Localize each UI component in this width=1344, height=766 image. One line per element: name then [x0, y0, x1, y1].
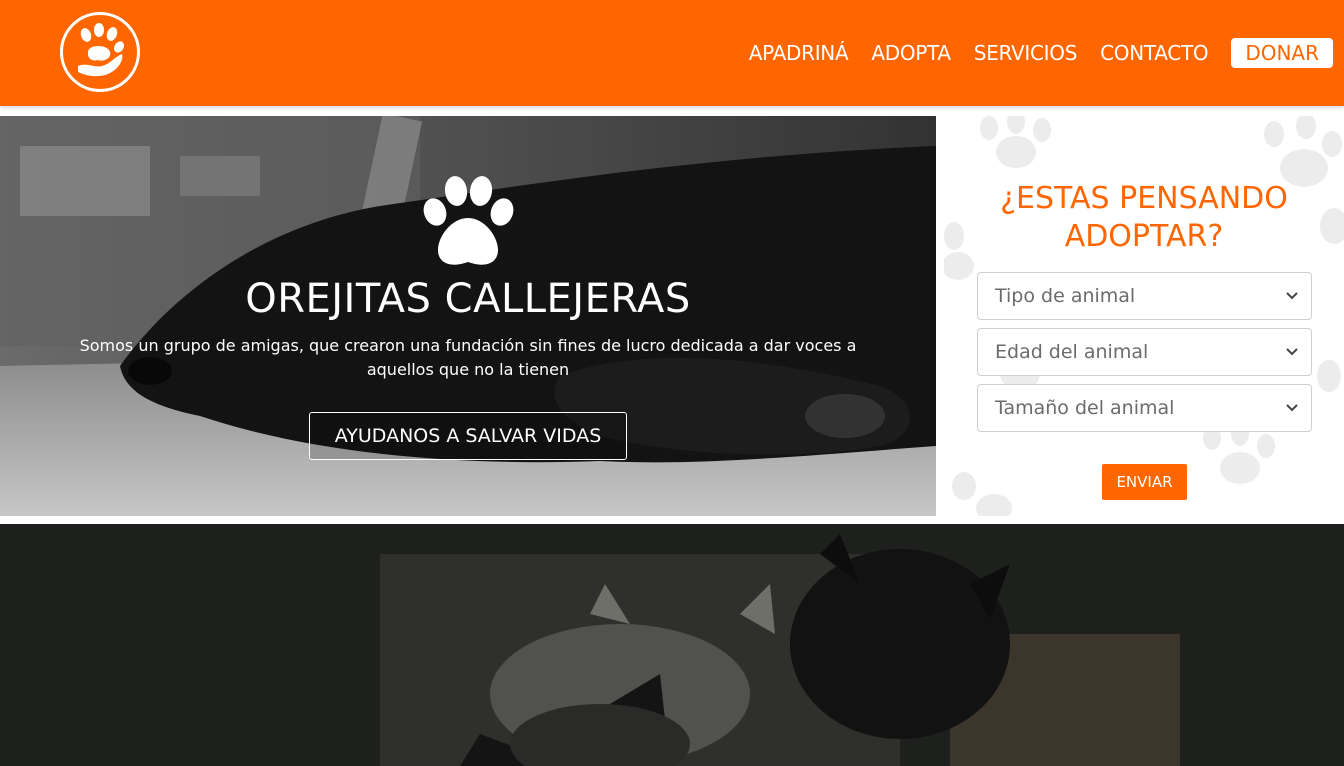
nav-link-servicios[interactable]: SERVICIOS	[974, 41, 1078, 65]
animal-size-select[interactable]: Tamaño del animal	[977, 384, 1312, 432]
nav-link-adopta[interactable]: ADOPTA	[871, 41, 951, 65]
hero-banner: OREJITAS CALLEJERAS Somos un grupo de am…	[0, 116, 936, 516]
animal-type-select[interactable]: Tipo de animal	[977, 272, 1312, 320]
cats-photo-section	[0, 524, 1344, 766]
save-lives-button[interactable]: AYUDANOS A SALVAR VIDAS	[309, 412, 627, 460]
paw-hand-icon	[78, 23, 125, 77]
hero-title: OREJITAS CALLEJERAS	[245, 276, 691, 322]
logo[interactable]	[60, 12, 140, 92]
main-nav: APADRINÁ ADOPTA SERVICIOS CONTACTO DONAR	[749, 38, 1344, 68]
send-button[interactable]: ENVIAR	[1102, 464, 1187, 500]
site-header: APADRINÁ ADOPTA SERVICIOS CONTACTO DONAR	[0, 0, 1344, 106]
nav-link-contacto[interactable]: CONTACTO	[1100, 41, 1208, 65]
animal-age-select[interactable]: Edad del animal	[977, 328, 1312, 376]
nav-link-apadrina[interactable]: APADRINÁ	[749, 41, 849, 65]
animal-size-value: Tamaño del animal	[995, 397, 1175, 419]
adopt-form-title: ¿ESTAS PENSANDO ADOPTAR?	[1000, 181, 1288, 254]
hero-description: Somos un grupo de amigas, que crearon un…	[79, 336, 857, 379]
paw-icon	[423, 176, 514, 265]
adopt-form-panel: ¿ESTAS PENSANDO ADOPTAR? Tipo de animal …	[944, 116, 1344, 516]
animal-type-value: Tipo de animal	[995, 285, 1136, 307]
chevron-down-icon	[1286, 348, 1298, 356]
chevron-down-icon	[1286, 404, 1298, 412]
cats-photo	[0, 524, 1344, 766]
chevron-down-icon	[1286, 292, 1298, 300]
donate-button[interactable]: DONAR	[1231, 38, 1333, 68]
animal-age-value: Edad del animal	[995, 341, 1149, 363]
